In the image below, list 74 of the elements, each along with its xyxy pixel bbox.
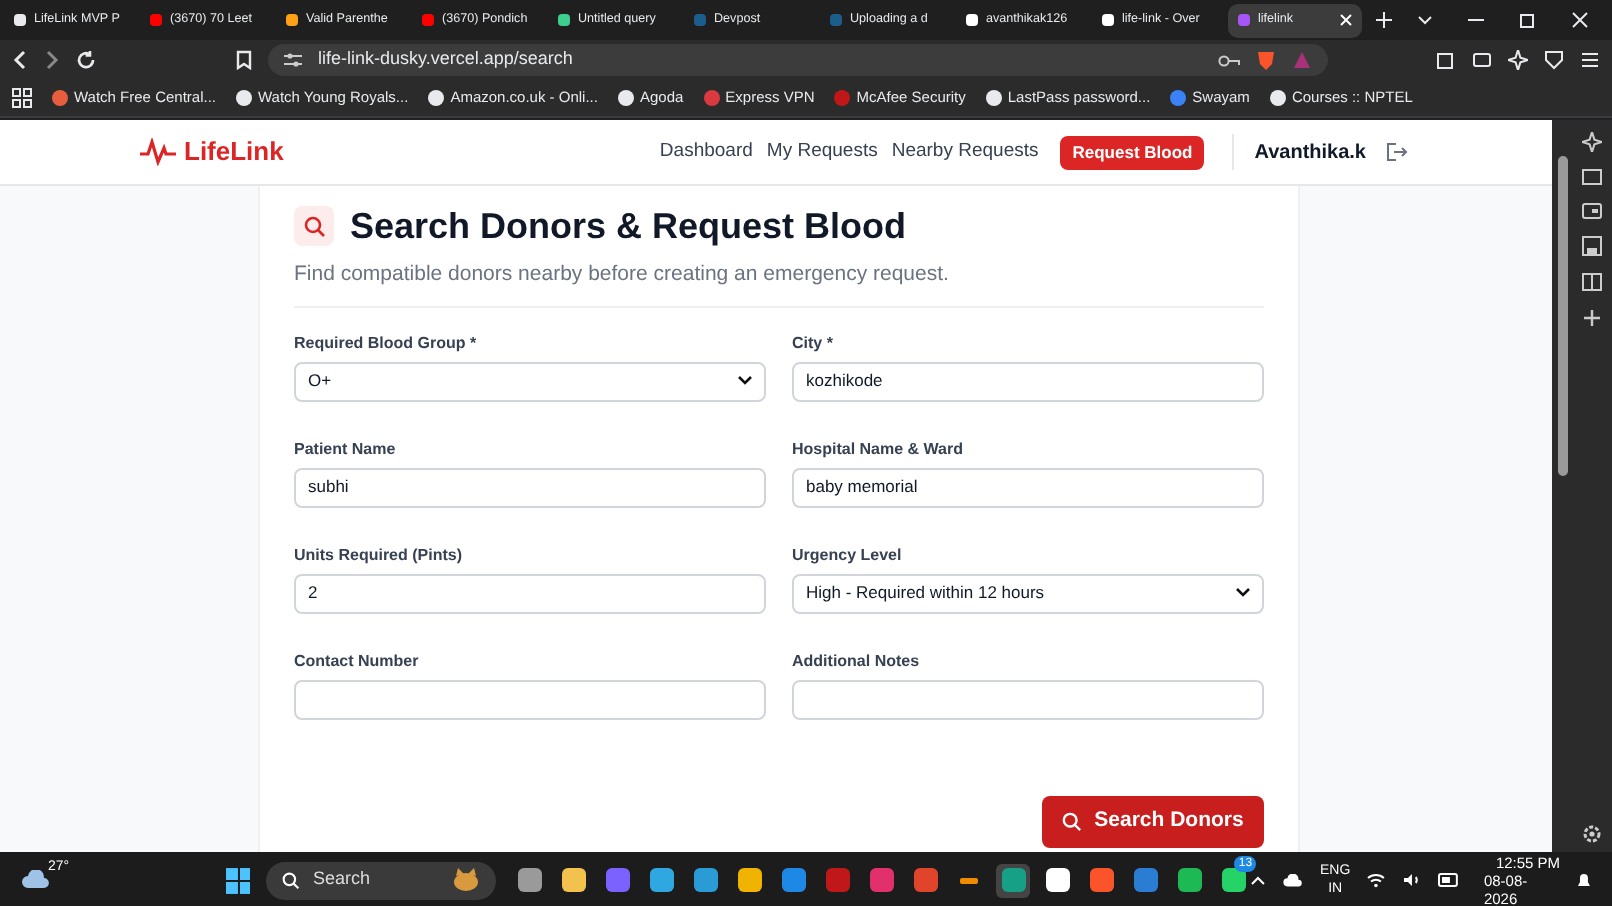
- caret-icon: [1236, 588, 1250, 599]
- key-icon[interactable]: [1218, 53, 1240, 67]
- input-field[interactable]: 2: [294, 573, 766, 614]
- apps-icon[interactable]: [12, 88, 32, 108]
- app-icon[interactable]: [556, 863, 591, 897]
- input-field[interactable]: subhi: [294, 467, 766, 508]
- taskbar-search[interactable]: Search: [266, 861, 497, 899]
- page-subtitle: Find compatible donors nearby before creating an emergency request.: [294, 260, 951, 290]
- cat-icon: [452, 868, 481, 892]
- settings-icon[interactable]: [1582, 824, 1602, 844]
- sparkle-icon[interactable]: [1582, 132, 1602, 152]
- nav-link[interactable]: My Requests: [766, 137, 878, 167]
- input-field[interactable]: [294, 679, 766, 720]
- bookmark-icon[interactable]: [236, 50, 252, 70]
- settings-icon: [284, 52, 302, 68]
- nav-link[interactable]: Dashboard: [659, 137, 753, 167]
- forward-icon[interactable]: [44, 50, 60, 70]
- app-icon[interactable]: [1172, 863, 1207, 897]
- chevron-up-icon[interactable]: [1250, 874, 1267, 886]
- field-label: Units Required (Pints): [294, 545, 465, 564]
- url-text: life-link-dusky.vercel.app/search: [318, 46, 573, 73]
- video-icon[interactable]: [1582, 168, 1602, 186]
- plus-icon[interactable]: [1582, 308, 1602, 328]
- field-label: Hospital Name & Ward: [792, 439, 965, 458]
- select-field[interactable]: High - Required within 12 hours: [792, 573, 1264, 614]
- input-field[interactable]: baby memorial: [792, 467, 1264, 508]
- start-icon[interactable]: [225, 867, 251, 893]
- page-title: Search Donors & Request Blood: [350, 208, 907, 244]
- wallet-icon[interactable]: [1472, 50, 1492, 70]
- input-field[interactable]: kozhikode: [792, 361, 1264, 402]
- cloud-icon[interactable]: [1282, 873, 1304, 887]
- heartbeat-icon: [140, 138, 176, 166]
- save-icon[interactable]: [1582, 236, 1602, 256]
- nav-link[interactable]: Nearby Requests: [891, 137, 1039, 167]
- app-icon[interactable]: [732, 863, 767, 897]
- field-label: Contact Number: [294, 651, 421, 670]
- shield-icon[interactable]: [1544, 50, 1564, 70]
- field-label: City *: [792, 333, 835, 352]
- search-donors-button[interactable]: Search Donors: [1042, 795, 1264, 848]
- book-icon[interactable]: [1582, 272, 1602, 292]
- menu-icon[interactable]: [1580, 50, 1600, 70]
- minimize-icon[interactable]: [1468, 18, 1484, 22]
- reload-icon[interactable]: [76, 50, 96, 70]
- search-icon: [282, 871, 301, 889]
- new-tab-icon[interactable]: [1376, 12, 1392, 28]
- search-icon: [1062, 811, 1083, 832]
- battery-icon[interactable]: [1438, 872, 1460, 888]
- select-field[interactable]: O+: [294, 361, 766, 402]
- cloud-icon[interactable]: [20, 870, 52, 890]
- app-icon[interactable]: [512, 863, 547, 897]
- field-label: Urgency Level: [792, 545, 904, 564]
- request-blood-button[interactable]: Request Blood: [1060, 135, 1205, 169]
- logout-icon[interactable]: [1386, 142, 1408, 162]
- field-label: Patient Name: [294, 439, 398, 458]
- user-name: Avanthika.k: [1254, 139, 1366, 167]
- search-icon: [294, 206, 334, 246]
- sparkle-icon[interactable]: [1508, 50, 1528, 70]
- speaker-icon[interactable]: [1402, 872, 1423, 888]
- field-label: Additional Notes: [792, 651, 922, 670]
- restore-icon[interactable]: [1520, 12, 1536, 28]
- logo-text[interactable]: LifeLink: [184, 132, 284, 172]
- wifi-icon[interactable]: [1366, 872, 1387, 888]
- app-icon[interactable]: [1040, 863, 1075, 897]
- app-icon[interactable]: [644, 863, 679, 897]
- tab-search-icon[interactable]: [1418, 15, 1432, 25]
- field-label: Required Blood Group *: [294, 333, 479, 352]
- bell-icon[interactable]: [1576, 871, 1593, 889]
- wallet-icon[interactable]: [1582, 202, 1602, 220]
- caret-icon: [738, 376, 752, 387]
- back-icon[interactable]: [12, 50, 28, 70]
- address-bar[interactable]: life-link-dusky.vercel.app/search: [268, 44, 1328, 76]
- close-icon[interactable]: [1572, 12, 1588, 28]
- input-field[interactable]: [792, 679, 1264, 720]
- scrollbar[interactable]: [1552, 120, 1572, 852]
